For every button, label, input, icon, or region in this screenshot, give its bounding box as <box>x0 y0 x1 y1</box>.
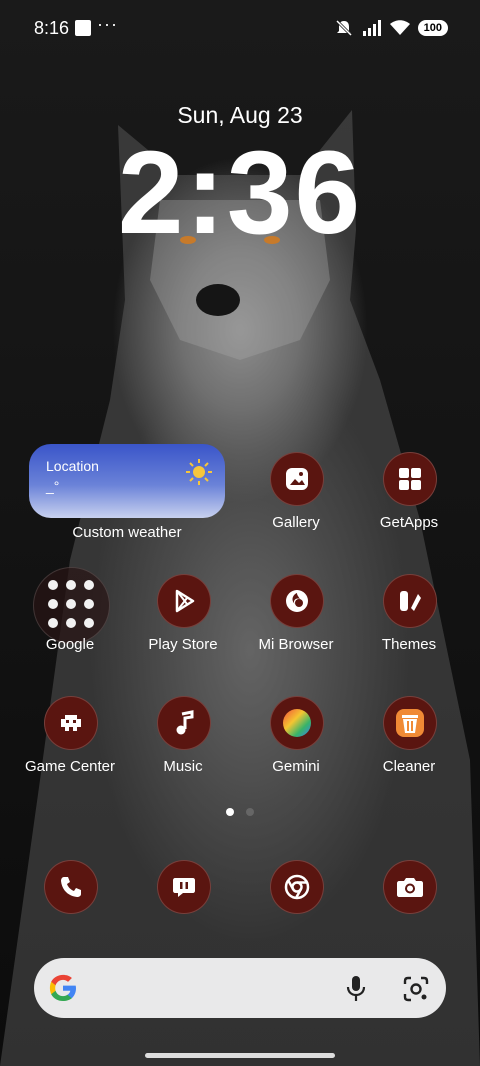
app-label: Mi Browser <box>258 636 334 653</box>
app-label: Google <box>45 636 95 653</box>
app-gallery[interactable]: Gallery <box>241 452 351 562</box>
app-gemini[interactable]: Gemini <box>241 696 351 806</box>
app-label: Themes <box>381 636 437 653</box>
home-indicator[interactable] <box>145 1053 335 1058</box>
google-g-icon <box>49 974 76 1001</box>
app-getapps[interactable]: GetApps <box>354 452 464 562</box>
signal-icon <box>362 20 381 36</box>
music-note-icon <box>157 696 211 750</box>
mic-icon[interactable] <box>344 975 368 1003</box>
wifi-icon <box>389 20 410 35</box>
playstore-icon <box>157 574 211 628</box>
app-label: Music <box>163 758 203 775</box>
app-label: Cleaner <box>382 758 436 775</box>
trash-icon <box>383 696 437 750</box>
clock-time: 2:36 <box>117 127 363 259</box>
battery-indicator: 100 <box>417 20 448 36</box>
page-indicator <box>246 808 254 816</box>
app-themes[interactable]: Themes <box>354 574 464 684</box>
app-music[interactable]: Music <box>128 696 238 806</box>
camera-icon <box>383 860 437 914</box>
gemini-icon <box>270 696 324 750</box>
app-label: Game Center <box>24 758 116 775</box>
lock-date: Sun, Aug 23 <box>177 102 303 128</box>
app-cleaner[interactable]: Cleaner <box>354 696 464 806</box>
gallery-icon <box>270 452 324 506</box>
weather-temperature: _° <box>46 478 60 494</box>
google-search-bar[interactable] <box>34 958 446 1018</box>
messages-icon <box>157 860 211 914</box>
getapps-icon <box>383 452 437 506</box>
dock-phone[interactable] <box>15 860 125 970</box>
phone-icon <box>44 860 98 914</box>
themes-icon <box>383 574 437 628</box>
more-notifications-icon: ··· <box>97 14 118 34</box>
app-gamecenter[interactable]: Game Center <box>15 696 125 806</box>
status-time: 8:16 <box>34 18 70 38</box>
weather-label: Custom weather <box>72 524 182 541</box>
gamecenter-icon <box>44 696 98 750</box>
sun-icon <box>186 459 212 485</box>
app-label: Play Store <box>148 636 218 653</box>
page-indicator-active <box>226 808 234 816</box>
app-label: Gallery <box>272 514 320 531</box>
app-playstore[interactable]: Play Store <box>128 574 238 684</box>
silent-bell-icon <box>335 19 352 37</box>
dock-chrome[interactable] <box>241 860 351 970</box>
weather-location: Location <box>46 458 99 474</box>
app-mibrowser[interactable]: Mi Browser <box>241 574 351 684</box>
app-label: GetApps <box>379 514 439 531</box>
status-bar: 8:16 ··· 100 <box>0 0 480 56</box>
lens-icon[interactable] <box>402 975 430 1003</box>
chrome-icon <box>270 860 324 914</box>
dock-camera[interactable] <box>354 860 464 970</box>
weather-widget[interactable]: Location _° <box>29 444 225 518</box>
mibrowser-icon <box>270 574 324 628</box>
app-google[interactable]: Google <box>15 574 125 684</box>
notification-square-icon <box>75 20 91 36</box>
dock-messages[interactable] <box>128 860 238 970</box>
app-label: Gemini <box>272 758 320 775</box>
